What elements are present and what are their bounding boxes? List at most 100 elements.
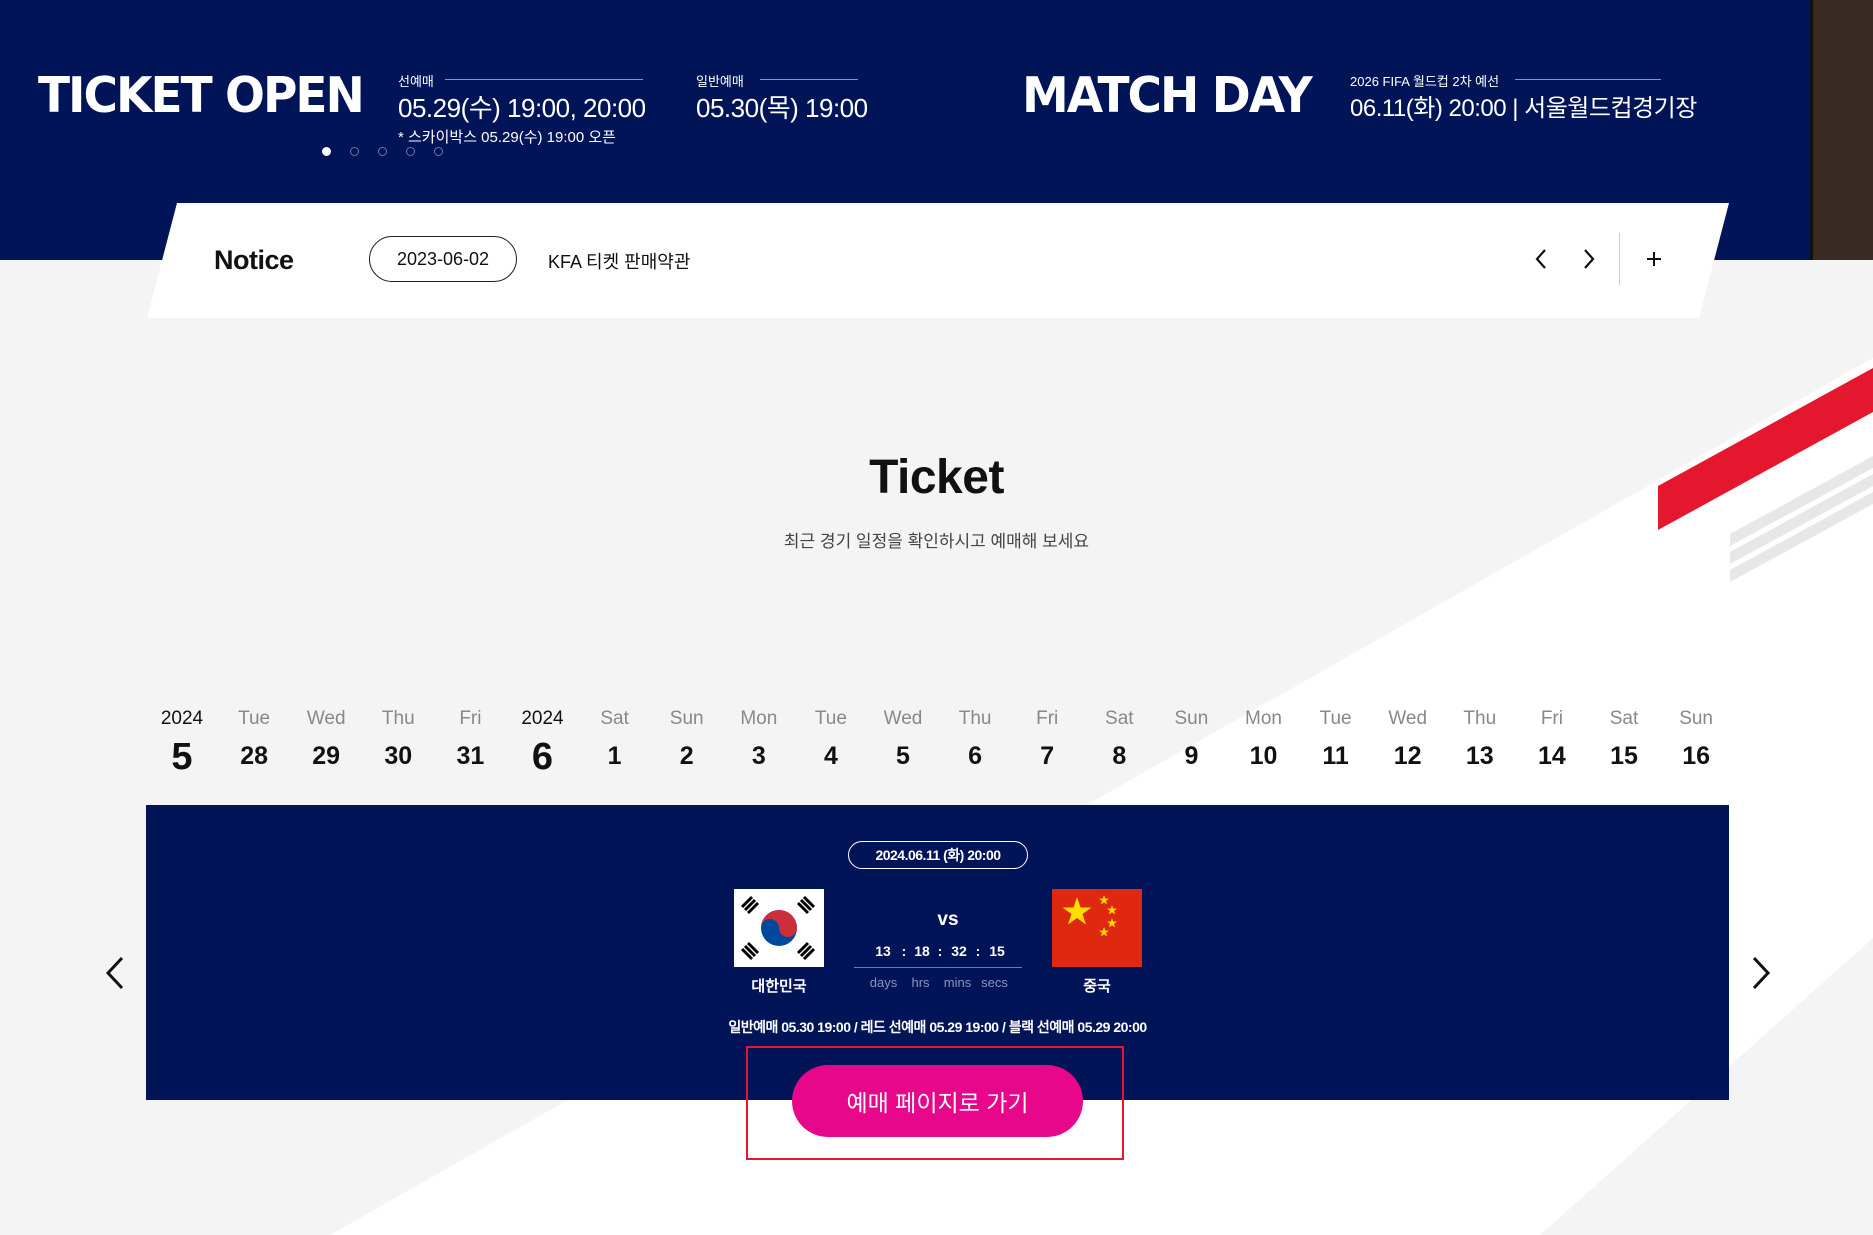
calendar-date: 8 — [1112, 742, 1127, 770]
calendar-weekday: Thu — [381, 708, 415, 729]
countdown-hrs: 18 — [914, 943, 930, 959]
calendar-weekday: Wed — [883, 708, 923, 729]
calendar-weekday: Mon — [1245, 708, 1282, 729]
calendar-weekday: Tue — [814, 708, 847, 729]
calendar-weekday: Sun — [1174, 708, 1209, 729]
go-to-booking-button[interactable]: 예매 페이지로 가기 — [792, 1065, 1083, 1137]
general-sale-value: 05.30(목) 19:00 — [696, 93, 868, 123]
match-divider — [1515, 79, 1661, 80]
calendar-date: 7 — [1040, 742, 1055, 770]
home-team-name: 대한민국 — [751, 978, 807, 995]
chevron-right-icon — [1582, 248, 1596, 270]
away-team-name: 중국 — [1083, 978, 1111, 995]
notice-next-button[interactable] — [1572, 239, 1606, 279]
banner-dot[interactable] — [350, 147, 359, 156]
countdown-secs: 15 — [989, 943, 1005, 959]
match-next-button[interactable] — [1746, 955, 1776, 991]
banner-dot[interactable] — [434, 147, 443, 156]
calendar-date: 30 — [384, 742, 413, 770]
calendar-weekday: Fri — [1540, 708, 1563, 729]
calendar-date: 12 — [1393, 742, 1422, 770]
calendar-date: 11 — [1322, 742, 1349, 770]
calendar-date: 1 — [607, 742, 622, 770]
countdown-separator: : — [975, 943, 981, 959]
calendar-weekday: Fri — [459, 708, 482, 729]
calendar-date: 15 — [1610, 742, 1638, 770]
china-flag-icon — [1052, 889, 1142, 967]
calendar-day[interactable]: Sun 9 — [1155, 708, 1227, 771]
notice-link[interactable]: KFA 티켓 판매약관 — [548, 248, 690, 274]
calendar-date: 16 — [1682, 742, 1710, 770]
calendar-day[interactable]: Sat 8 — [1083, 708, 1155, 771]
calendar-day[interactable]: Sat 15 — [1588, 708, 1660, 771]
notice-date-badge: 2023-06-02 — [369, 236, 517, 282]
calendar-weekday: Thu — [1463, 708, 1497, 729]
calendar-day[interactable]: Sat 1 — [579, 708, 651, 771]
calendar-date: 5 — [896, 742, 910, 770]
notice-prev-button[interactable] — [1524, 239, 1558, 279]
calendar-day[interactable]: Sun 16 — [1660, 708, 1732, 771]
ticket-section-subtitle: 최근 경기 일정을 확인하시고 예매해 보세요 — [783, 532, 1090, 551]
calendar-day[interactable]: Thu 30 — [362, 708, 434, 771]
match-datetime-badge: 2024.06.11 (화) 20:00 — [848, 841, 1028, 869]
chevron-left-icon — [1534, 248, 1548, 270]
general-sale-divider — [760, 79, 858, 80]
calendar-weekday: Fri — [1036, 708, 1059, 729]
banner-next-slide-peek — [1810, 0, 1873, 260]
calendar-date: 31 — [456, 742, 485, 770]
banner-dot[interactable] — [322, 147, 331, 156]
ticket-section-title: Ticket — [869, 451, 1004, 504]
calendar-day[interactable]: Mon 3 — [723, 708, 795, 771]
calendar-day[interactable]: Tue 11 — [1300, 708, 1372, 771]
countdown-separator: : — [937, 943, 943, 959]
vs-label: vs — [937, 909, 959, 930]
calendar-month-marker: 2024 5 — [146, 708, 218, 779]
calendar-weekday: Tue — [238, 708, 271, 729]
countdown-days: 13 — [875, 943, 891, 959]
unit-secs: secs — [981, 975, 1008, 990]
notice-bar: Notice 2023-06-02 KFA 티켓 판매약관 — [147, 203, 1729, 318]
presale-value: 05.29(수) 19:00, 20:00 — [398, 93, 646, 123]
countdown-divider — [854, 967, 1022, 968]
calendar-date: 4 — [823, 742, 838, 770]
countdown-mins: 32 — [951, 943, 967, 959]
match-value: 06.11(화) 20:00 | 서울월드컵경기장 — [1350, 95, 1697, 122]
calendar-date: 6 — [968, 742, 983, 770]
calendar-day[interactable]: Thu 6 — [939, 708, 1011, 771]
calendar-day[interactable]: Tue 4 — [795, 708, 867, 771]
banner-dot[interactable] — [406, 147, 415, 156]
calendar-date: 3 — [751, 742, 766, 770]
plus-icon — [1645, 250, 1663, 268]
date-calendar-strip: 2024 5 Tue 28 Wed 29 Thu 30 Fri 31 2024 6 Sat 1 Sun 2 Mo… — [146, 708, 1728, 788]
calendar-day[interactable]: Sun 2 — [651, 708, 723, 771]
calendar-day[interactable]: Fri 7 — [1011, 708, 1083, 771]
calendar-weekday: Wed — [306, 708, 346, 729]
banner-dot[interactable] — [378, 147, 387, 156]
notice-more-button[interactable] — [1637, 239, 1671, 279]
calendar-weekday: Mon — [740, 708, 778, 729]
calendar-day[interactable]: Mon 10 — [1228, 708, 1300, 771]
match-prev-button[interactable] — [100, 955, 130, 991]
calendar-day[interactable]: Fri 31 — [434, 708, 506, 771]
calendar-day[interactable]: Wed 12 — [1372, 708, 1444, 771]
match-day-heading: MATCH DAY — [1022, 66, 1313, 125]
calendar-day[interactable]: Fri 14 — [1516, 708, 1588, 771]
calendar-weekday: Wed — [1388, 708, 1428, 729]
calendar-weekday: Thu — [958, 708, 992, 729]
calendar-weekday: Sat — [1105, 708, 1134, 729]
calendar-month-marker: 2024 6 — [507, 708, 579, 779]
notice-divider — [1619, 233, 1620, 285]
unit-hrs: hrs — [911, 975, 930, 990]
calendar-weekday: Sat — [600, 708, 629, 729]
ticket-open-heading: TICKET OPEN — [38, 66, 365, 125]
calendar-year: 2024 — [160, 708, 204, 729]
notice-title: Notice — [214, 245, 294, 275]
korea-flag-icon — [734, 889, 824, 967]
calendar-day[interactable]: Thu 13 — [1444, 708, 1516, 771]
calendar-month: 5 — [171, 736, 193, 778]
calendar-date: 2 — [679, 742, 694, 770]
calendar-day[interactable]: Tue 28 — [218, 708, 290, 771]
calendar-day[interactable]: Wed 5 — [867, 708, 939, 771]
calendar-date: 10 — [1249, 742, 1278, 770]
calendar-day[interactable]: Wed 29 — [290, 708, 362, 771]
